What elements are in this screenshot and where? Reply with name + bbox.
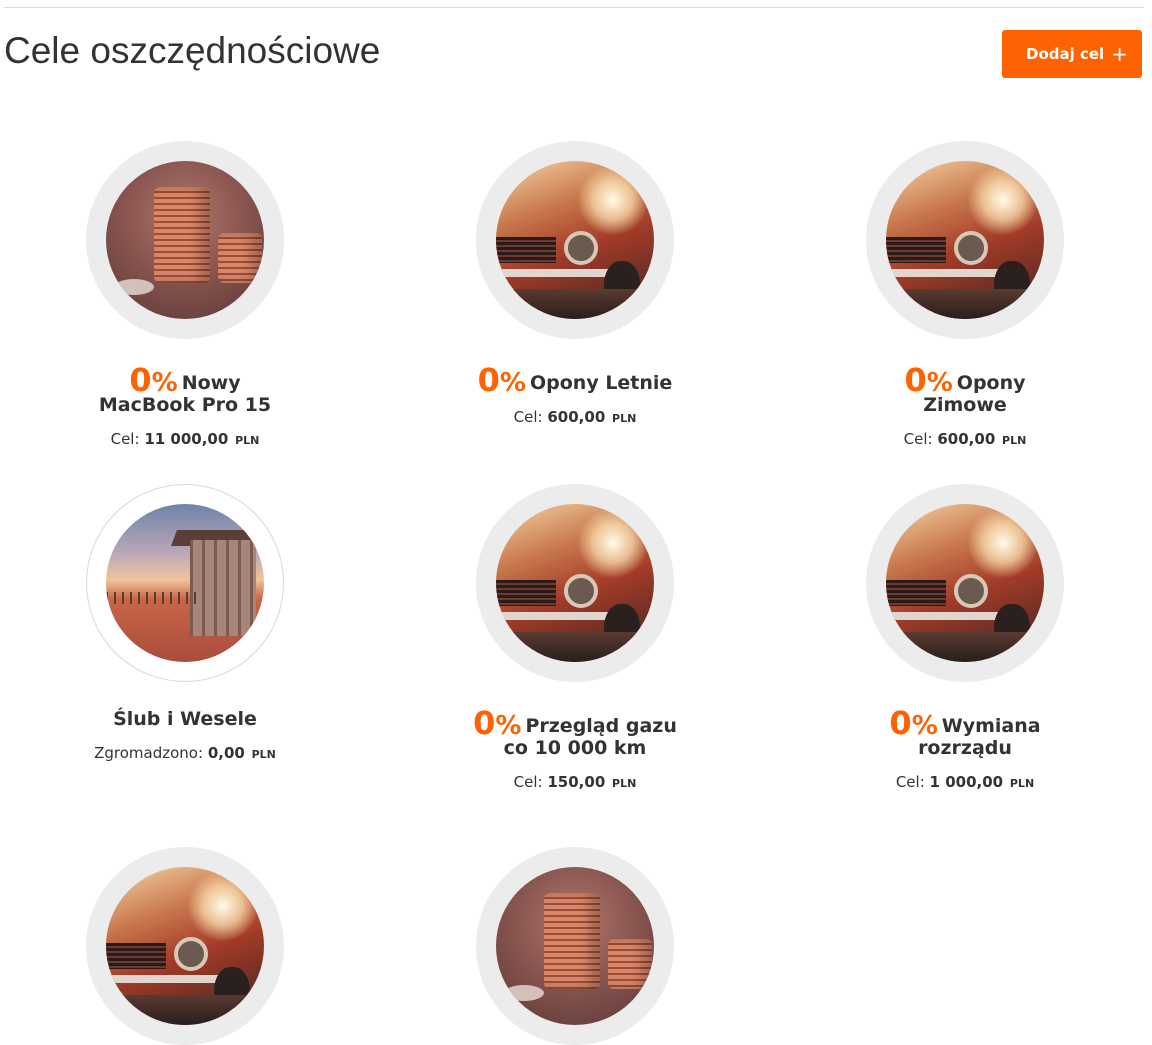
- goal-title: Ślub i Wesele: [0, 708, 380, 730]
- goal-card[interactable]: 0% Przegląd gazu co 10 000 km Cel: 150,00…: [380, 484, 770, 791]
- goal-card[interactable]: 0% Opony Letnie Cel: 600,00 PLN: [380, 141, 770, 426]
- goal-percent: 0%: [477, 361, 526, 399]
- goal-currency: PLN: [251, 748, 276, 761]
- goal-amount: 600,00: [937, 430, 996, 448]
- goal-currency: PLN: [612, 412, 637, 425]
- goal-progress-ring: [86, 847, 284, 1045]
- goal-title: 0% Przegląd gazu co 10 000 km: [380, 707, 770, 759]
- goal-amount: 0,00: [207, 744, 245, 762]
- goal-amount: 600,00: [547, 408, 606, 426]
- goal-image-coins: [496, 867, 654, 1025]
- goal-image-house: [106, 504, 264, 662]
- goal-title: 0% Opony Letnie: [380, 364, 770, 396]
- goal-amount: 1 000,00: [929, 773, 1004, 791]
- goal-progress-ring: [476, 141, 674, 339]
- goal-name: Przegląd gazu co 10 000 km: [503, 715, 677, 759]
- goal-name: Ślub i Wesele: [113, 708, 257, 730]
- goal-title: 0% Nowy MacBook Pro 15: [0, 364, 380, 416]
- goal-image-car: [496, 504, 654, 662]
- goal-title: 0% Opony Zimowe: [770, 364, 1152, 416]
- goal-meta: Cel: 150,00 PLN: [513, 773, 637, 791]
- plus-icon: +: [1111, 42, 1128, 66]
- goal-progress-ring: [86, 141, 284, 339]
- goal-amount: 11 000,00: [144, 430, 229, 448]
- goal-currency: PLN: [235, 434, 260, 447]
- goal-currency: PLN: [1002, 434, 1027, 447]
- goal-progress-ring: [476, 484, 674, 682]
- goal-title: 0% Wymiana rozrządu: [770, 707, 1152, 759]
- goal-currency: PLN: [1009, 777, 1035, 790]
- goal-name: Nowy MacBook Pro 15: [98, 372, 272, 416]
- goal-image-car: [496, 161, 654, 319]
- top-divider: [4, 7, 1144, 8]
- goal-card[interactable]: 0% Opony Zimowe Cel: 600,00 PLN: [770, 141, 1152, 448]
- goal-progress-ring: [866, 484, 1064, 682]
- goal-currency: PLN: [612, 777, 637, 790]
- goal-image-coins: [106, 161, 264, 319]
- goal-card[interactable]: 0% Nowy MacBook Pro 15 Cel: 11 000,00 PLN: [0, 141, 380, 448]
- add-goal-label: Dodaj cel: [1026, 45, 1105, 63]
- goal-progress-ring: [866, 141, 1064, 339]
- goal-meta: Cel: 600,00 PLN: [513, 408, 637, 426]
- goal-meta: Cel: 600,00 PLN: [903, 430, 1027, 448]
- add-goal-button[interactable]: Dodaj cel +: [1002, 30, 1142, 78]
- goal-card[interactable]: 0% Wymiana rozrządu Cel: 1 000,00 PLN: [770, 484, 1152, 791]
- goal-meta: Cel: 11 000,00 PLN: [110, 430, 260, 448]
- goal-image-car: [886, 161, 1044, 319]
- goal-image-car: [106, 867, 264, 1025]
- goal-image-car: [886, 504, 1044, 662]
- goal-card[interactable]: [380, 847, 770, 1045]
- goal-amount: 150,00: [547, 773, 606, 791]
- goal-card[interactable]: [0, 847, 380, 1045]
- goal-meta: Cel: 1 000,00 PLN: [895, 773, 1035, 791]
- goal-meta: Zgromadzono: 0,00 PLN: [94, 744, 276, 762]
- goal-progress-ring: [476, 847, 674, 1045]
- goal-progress-ring: [86, 484, 284, 682]
- page-title: Cele oszczędnościowe: [4, 30, 381, 71]
- goal-card[interactable]: Ślub i Wesele Zgromadzono: 0,00 PLN: [0, 484, 380, 762]
- goal-name: Opony Letnie: [529, 372, 673, 394]
